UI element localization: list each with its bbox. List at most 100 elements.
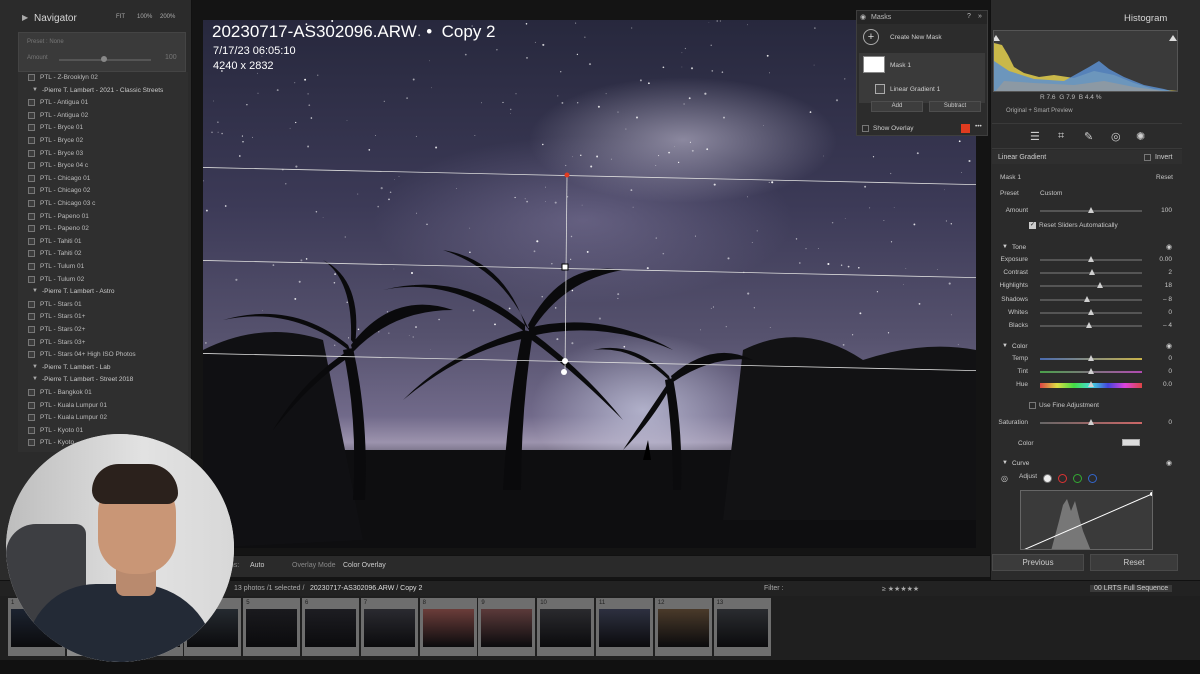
create-new-mask-button[interactable]: Create New Mask: [890, 34, 942, 41]
subtract-button[interactable]: Subtract: [929, 101, 981, 112]
blacks-row[interactable]: Blacks – 4: [992, 320, 1182, 333]
preset-group[interactable]: ▼ -Pierre T. Lambert - 2021 - Classic Str…: [18, 85, 188, 98]
contrast-knob[interactable]: [1089, 269, 1096, 276]
curve-blue-channel-icon[interactable]: [1088, 474, 1097, 483]
filmstrip-thumb[interactable]: 11: [596, 598, 653, 656]
temp-knob[interactable]: [1088, 355, 1094, 361]
tint-knob[interactable]: [1088, 368, 1094, 375]
preset-item[interactable]: PTL - Tulum 01: [18, 261, 188, 274]
temp-row[interactable]: Temp 0: [992, 353, 1182, 366]
group-arrow-icon[interactable]: ▼: [32, 376, 38, 382]
mask-preset-select[interactable]: Custom: [1040, 190, 1062, 197]
preset-item[interactable]: PTL - Bryce 04 c: [18, 160, 188, 173]
highlights-track[interactable]: [1040, 285, 1142, 288]
red-eye-icon[interactable]: ◎: [1111, 130, 1121, 143]
highlights-knob[interactable]: [1097, 282, 1104, 289]
tint-row[interactable]: Tint 0: [992, 366, 1182, 379]
previous-button[interactable]: Previous: [992, 554, 1084, 571]
preset-item[interactable]: PTL - Papeno 01: [18, 211, 188, 224]
filmstrip-thumb[interactable]: 13: [713, 598, 771, 656]
shadows-row[interactable]: Shadows – 8: [992, 294, 1182, 307]
filmstrip-thumb[interactable]: 10: [537, 598, 595, 656]
curve-rgb-channel-icon[interactable]: [1043, 474, 1052, 483]
curve-header[interactable]: ▼ Curve ◉: [992, 457, 1182, 470]
histogram-title[interactable]: Histogram: [1124, 13, 1167, 24]
show-overlay-checkbox[interactable]: [862, 125, 869, 132]
curve-visibility-icon[interactable]: ◉: [1166, 459, 1172, 467]
current-photo-path[interactable]: 20230717-AS302096.ARW / Copy 2: [310, 585, 422, 592]
filmstrip-thumb[interactable]: 6: [302, 598, 359, 656]
preset-item[interactable]: PTL - Chicago 03 c: [18, 198, 188, 211]
saturation-knob[interactable]: [1088, 419, 1094, 425]
mask-1-row[interactable]: [859, 53, 985, 103]
preset-item[interactable]: PTL - Z-Brooklyn 02: [18, 72, 188, 85]
preset-item[interactable]: PTL - Chicago 02: [18, 185, 188, 198]
preset-item[interactable]: PTL - Antigua 01: [18, 97, 188, 110]
navigator-header[interactable]: ▶ Navigator FIT 100% 200%: [0, 8, 190, 28]
preset-item[interactable]: PTL - Bangkok 01: [18, 387, 188, 400]
preset-item[interactable]: PTL - Kuala Lumpur 01: [18, 400, 188, 413]
preset-item[interactable]: PTL - Antigua 02: [18, 110, 188, 123]
collection-select[interactable]: 00 LRTS Full Sequence: [1090, 585, 1173, 592]
tone-curve-graph[interactable]: [1020, 490, 1153, 550]
hue-row[interactable]: Hue 0.0: [992, 379, 1182, 392]
preset-group[interactable]: ▼ -Pierre T. Lambert - Astro: [18, 286, 188, 299]
preset-item[interactable]: PTL - Tahiti 02: [18, 248, 188, 261]
overlay-auto-value[interactable]: Auto: [250, 562, 264, 569]
preset-item[interactable]: PTL - Tulum 02: [18, 274, 188, 287]
mask-amount-knob[interactable]: [1088, 207, 1094, 213]
filmstrip-thumb[interactable]: 5: [243, 598, 301, 656]
shadows-track[interactable]: [1040, 298, 1142, 301]
zoom-fit[interactable]: FIT: [116, 14, 125, 20]
color-swatch-picker[interactable]: [1122, 439, 1140, 446]
preset-item[interactable]: PTL - Tahiti 01: [18, 236, 188, 249]
preset-item[interactable]: PTL - Stars 02+: [18, 324, 188, 337]
edit-sliders-icon[interactable]: ☰: [1030, 130, 1040, 143]
masks-header[interactable]: ◉ Masks ? »: [857, 11, 987, 24]
preset-item[interactable]: PTL - Bryce 02: [18, 135, 188, 148]
preset-group[interactable]: ▼ -Pierre T. Lambert - Lab: [18, 362, 188, 375]
zoom-200[interactable]: 200%: [160, 14, 175, 20]
amount-slider-knob[interactable]: [101, 56, 107, 62]
preset-item[interactable]: PTL - Stars 01+: [18, 311, 188, 324]
exposure-knob[interactable]: [1088, 256, 1094, 262]
healing-brush-icon[interactable]: ✎: [1084, 130, 1093, 143]
tone-header[interactable]: ▼ Tone ◉: [992, 241, 1182, 254]
star-filter[interactable]: ≥ ★★★★★: [882, 585, 919, 593]
curve-green-channel-icon[interactable]: [1073, 474, 1082, 483]
hue-knob[interactable]: [1088, 381, 1094, 388]
preset-item[interactable]: PTL - Stars 01: [18, 299, 188, 312]
curve-red-channel-icon[interactable]: [1058, 474, 1067, 483]
overlay-color-swatch[interactable]: [961, 124, 970, 133]
add-button[interactable]: Add: [871, 101, 923, 112]
preset-item[interactable]: PTL - Bryce 03: [18, 148, 188, 161]
color-visibility-icon[interactable]: ◉: [1166, 342, 1172, 350]
group-arrow-icon[interactable]: ▼: [32, 87, 38, 93]
shadows-knob[interactable]: [1083, 295, 1090, 302]
saturation-row[interactable]: Saturation 0: [992, 417, 1182, 430]
preset-item[interactable]: PTL - Papeno 02: [18, 223, 188, 236]
masking-icon[interactable]: ✺: [1136, 130, 1145, 143]
linear-gradient-1-label[interactable]: Linear Gradient 1: [890, 86, 940, 93]
crop-icon[interactable]: ⌗: [1058, 130, 1064, 143]
preset-item[interactable]: PTL - Stars 04+ High ISO Photos: [18, 349, 188, 362]
help-icon[interactable]: ?: [967, 13, 971, 20]
eye-icon[interactable]: ◉: [860, 13, 866, 21]
overlay-mode-select[interactable]: Color Overlay: [343, 562, 386, 569]
mask-amount-row[interactable]: Amount 100: [992, 205, 1182, 218]
target-adjust-icon[interactable]: ◎: [1001, 474, 1008, 483]
filmstrip-thumb[interactable]: 8: [419, 598, 477, 656]
exposure-row[interactable]: Exposure 0.00: [992, 254, 1182, 267]
mask-reset-button[interactable]: Reset: [1156, 174, 1173, 181]
create-mask-plus-icon[interactable]: +: [863, 29, 879, 45]
color-header[interactable]: ▼ Color ◉: [992, 340, 1182, 353]
filmstrip-thumb[interactable]: 12: [654, 598, 712, 656]
tone-visibility-icon[interactable]: ◉: [1166, 243, 1172, 251]
fine-adjust-checkbox[interactable]: [1029, 402, 1036, 409]
preset-item[interactable]: PTL - Chicago 01: [18, 173, 188, 186]
contrast-row[interactable]: Contrast 2: [992, 267, 1182, 280]
preset-group[interactable]: ▼ -Pierre T. Lambert - Street 2018: [18, 374, 188, 387]
expand-icon[interactable]: »: [978, 13, 982, 20]
invert-checkbox[interactable]: [1144, 154, 1151, 161]
preset-item[interactable]: PTL - Stars 03+: [18, 337, 188, 350]
